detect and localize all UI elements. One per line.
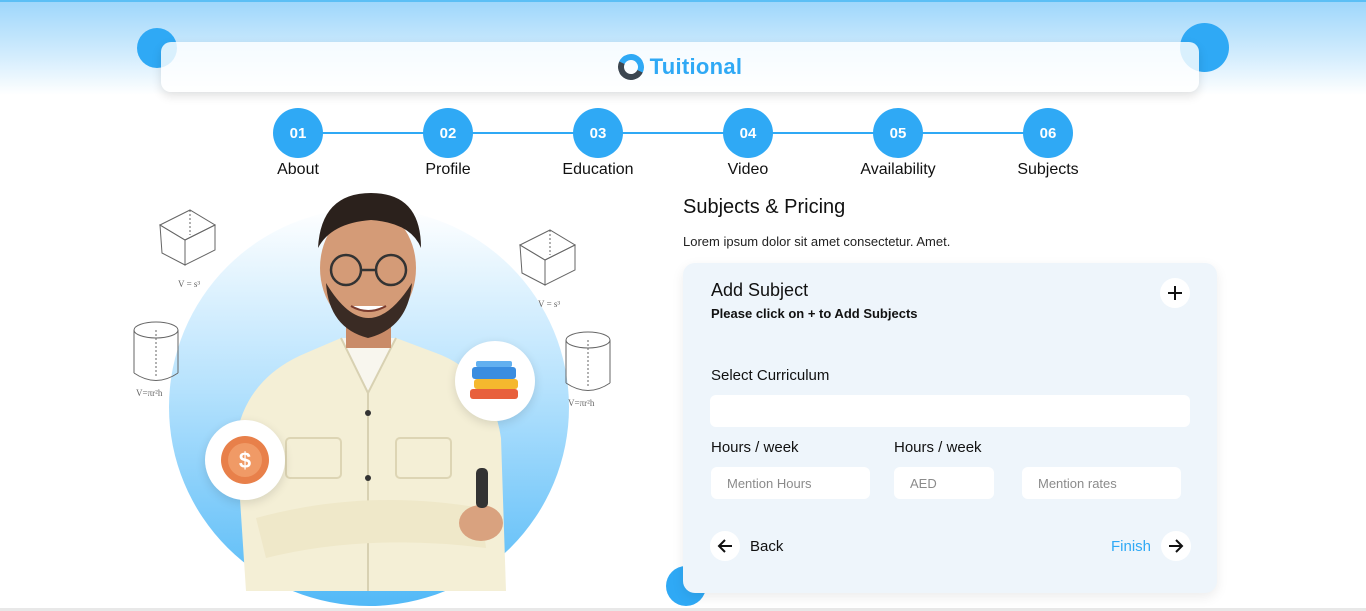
step-subjects[interactable]: 06 Subjects [993,108,1103,179]
cylinder-doodle-right: V=πr²h [565,331,611,408]
cube-doodle-left: V = s³ [158,209,217,289]
plus-icon [1168,286,1182,300]
step-label: Profile [425,161,471,178]
back-label: Back [750,537,784,555]
dollar-coin-icon: $ [221,436,269,484]
coin-badge: $ [205,420,285,500]
back-circle [710,531,740,561]
add-subject-card: Add Subject Please click on + to Add Sub… [683,263,1217,593]
books-icon [470,361,518,399]
svg-text:$: $ [239,448,251,473]
page-title: Subjects & Pricing [683,196,846,218]
step-number: 04 [723,108,773,158]
step-availability[interactable]: 05 Availability [843,108,953,179]
cube-doodle-right: V = s³ [518,229,577,309]
finish-button[interactable]: Finish [1111,531,1192,561]
step-number: 02 [423,108,473,158]
card-instruction: Please click on + to Add Subjects [711,306,918,321]
hours-input[interactable] [711,467,870,499]
top-border [0,0,1366,2]
step-label: Education [562,161,634,178]
step-label: Video [727,161,769,178]
brand-name: Tuitional [649,54,743,79]
step-number: 06 [1023,108,1073,158]
cylinder-formula-text: V=πr²h [568,398,595,408]
arrow-left-icon [717,539,732,553]
back-button[interactable]: Back [710,531,783,561]
step-about[interactable]: 01 About [243,108,353,179]
hours-week-label: Hours / week [711,439,799,456]
cube-formula-text: V = s³ [178,279,200,289]
step-video[interactable]: 04 Video [693,108,803,179]
cylinder-doodle-left: V=πr²h [133,321,179,398]
rates-input[interactable] [1022,467,1181,499]
step-label: Subjects [1017,161,1079,178]
books-badge [455,341,535,421]
finish-circle [1161,531,1192,561]
step-number: 03 [573,108,623,158]
cylinder-formula-text: V=πr²h [136,388,163,398]
step-number: 01 [273,108,323,158]
page-subtitle: Lorem ipsum dolor sit amet consectetur. … [683,234,951,249]
cube-formula-text: V = s³ [538,299,560,309]
step-education[interactable]: 03 Education [543,108,653,179]
add-subject-button[interactable] [1160,278,1190,308]
arrow-right-icon [1169,539,1184,553]
finish-label: Finish [1111,537,1152,555]
rate-hours-week-label: Hours / week [894,439,982,456]
brand-logo[interactable]: Tuitional [613,50,743,84]
step-number: 05 [873,108,923,158]
header-bar: Tuitional [161,42,1199,92]
card-title: Add Subject [711,280,809,300]
step-profile[interactable]: 02 Profile [393,108,503,179]
curriculum-label: Select Curriculum [711,367,830,384]
step-label: About [277,161,319,178]
progress-stepper: 01 About 02 Profile 03 Education 04 Vide… [0,108,1366,188]
currency-input[interactable] [894,467,994,499]
logo-ring-icon [613,50,648,84]
curriculum-select[interactable] [710,395,1190,427]
step-label: Availability [860,161,936,178]
